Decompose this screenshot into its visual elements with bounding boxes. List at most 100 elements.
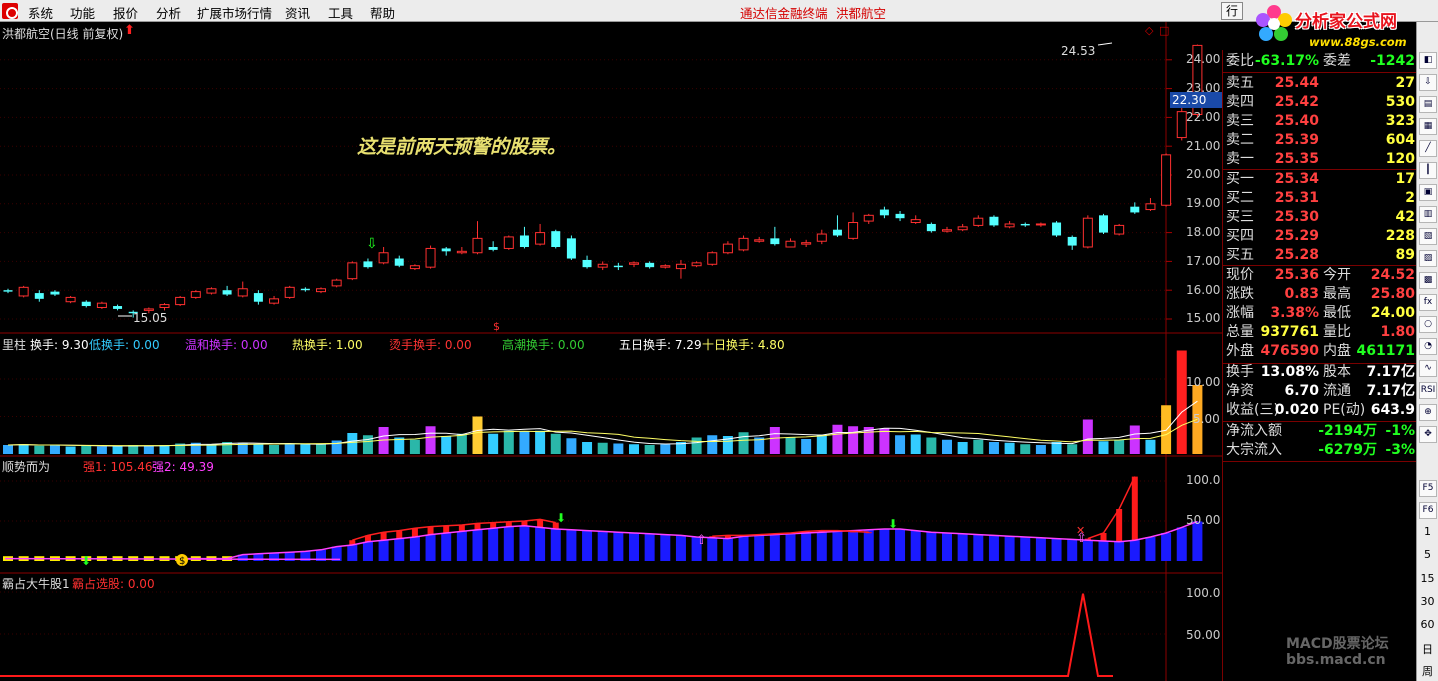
candle-body [1161, 154, 1172, 206]
period-5[interactable]: 5 [1417, 548, 1438, 561]
ind-blue-bar [910, 530, 921, 561]
period-1[interactable]: 1 [1417, 525, 1438, 538]
stock-title: 洪都航空 [836, 6, 887, 21]
menu-function[interactable]: 功能 [70, 3, 95, 22]
ind-blue-bar [488, 528, 499, 561]
candle-body [488, 247, 498, 250]
toolbar-btn-11[interactable]: ▩ [1419, 272, 1437, 289]
period-60[interactable]: 60 [1417, 618, 1438, 631]
period-15[interactable]: 15 [1417, 572, 1438, 585]
fx-icon[interactable]: fx [1419, 294, 1437, 311]
down-arrow-icon[interactable]: ⇩ [1419, 74, 1437, 91]
toolbar-btn-10[interactable]: ▨ [1419, 250, 1437, 267]
zoom-in-icon[interactable]: ⊕ [1419, 404, 1437, 421]
right-toolbar: ◧ ⇩ ▤ ▦ ╱ ┃ ▣ ▥ ▧ ▨ ▩ fx ○ ◔ ∿ RSI ⊕ ✥ F… [1416, 22, 1438, 681]
ind-blue-bar [1114, 541, 1125, 561]
volume-bar [284, 443, 295, 454]
volume-bar [1004, 442, 1015, 454]
ind-blue-bar [394, 538, 405, 561]
ind-blue-bar [1098, 541, 1109, 561]
ind-blue-bar [347, 545, 358, 561]
annotation-text: 这是前两天预警的股票。 [357, 136, 567, 158]
period-day[interactable]: 日 [1417, 641, 1438, 657]
toolbar-f5[interactable]: F5 [1419, 480, 1437, 497]
ind-blue-bar [1145, 537, 1156, 561]
ind-blue-bar [1020, 537, 1031, 561]
volume-bar [1067, 444, 1078, 454]
toolbar-btn-13[interactable]: ○ [1419, 316, 1437, 333]
ind-blue-bar [1192, 521, 1203, 561]
toolbar-btn-4[interactable]: ▦ [1419, 118, 1437, 135]
volume-bar [1082, 419, 1093, 454]
strength2-baseline [4, 557, 341, 561]
toolbar-btn-7[interactable]: ▣ [1419, 184, 1437, 201]
toolbar-btn-9[interactable]: ▧ [1419, 228, 1437, 245]
quote-tab-button[interactable]: 行 [1221, 2, 1243, 20]
toolbar-btn-8[interactable]: ▥ [1419, 206, 1437, 223]
candle-body [253, 293, 263, 302]
candle-body [18, 286, 29, 297]
toolbar-btn-14[interactable]: ◔ [1419, 338, 1437, 355]
ind-blue-bar [644, 533, 655, 561]
price-tick: 18.00 [1186, 225, 1221, 239]
indicator2-name: 霸占大牛股1 [2, 577, 70, 591]
menu-extended-market[interactable]: 扩展市场行情 [197, 3, 272, 22]
volume-bar [801, 439, 812, 454]
candle-body [409, 265, 420, 270]
volume-bar [143, 445, 154, 454]
volume-bar [1020, 444, 1031, 454]
candle-body [425, 247, 436, 268]
price-tick: 20.00 [1186, 167, 1221, 181]
strength2-label: 强2: 49.39 [152, 460, 214, 474]
toolbar-btn-3[interactable]: ▤ [1419, 96, 1437, 113]
candle-body [957, 226, 968, 231]
candle-body [629, 262, 639, 265]
volume-bar [707, 435, 718, 454]
menu-system[interactable]: 系统 [28, 3, 53, 22]
volume-ma5-line [7, 400, 1198, 447]
volume-bar [738, 432, 749, 454]
candle-body [222, 290, 232, 295]
menu-help[interactable]: 帮助 [370, 3, 395, 22]
ind-blue-bar [895, 529, 906, 561]
burning-turnover-label: 烫手换手: 0.00 [389, 338, 472, 352]
candle-body [926, 223, 936, 232]
toolbar-btn-1[interactable]: ◧ [1419, 52, 1437, 69]
signal-markers: ⇩$⬇ ⬇⬇⇧ ⇧✕$ [81, 236, 1087, 568]
ind-blue-bar [378, 540, 389, 561]
volume-bar [957, 442, 968, 454]
candle-body [551, 231, 561, 247]
volume-bar [926, 437, 937, 454]
period-30[interactable]: 30 [1417, 595, 1438, 608]
candle-body [895, 213, 905, 219]
candle-body [848, 222, 859, 239]
chart-icon[interactable]: ╱ [1419, 140, 1437, 157]
quote-panel: 委比 -63.17% 委差 -1242 卖五 25.44 27 卖四 25.42… [1222, 50, 1417, 681]
menu-analysis[interactable]: 分析 [156, 3, 181, 22]
candle-icon[interactable]: ┃ [1419, 162, 1437, 179]
volume-bar [65, 446, 76, 454]
candle-body [159, 304, 170, 308]
candle-body [770, 238, 780, 245]
menu-quote[interactable]: 报价 [113, 3, 138, 22]
period-week[interactable]: 周 [1417, 663, 1438, 679]
toolbar-f6[interactable]: F6 [1419, 502, 1437, 519]
bid-row: 买二 25.31 2 [1226, 190, 1415, 206]
ind-blue-bar [832, 531, 843, 561]
candle-body [582, 259, 592, 268]
menu-tools[interactable]: 工具 [328, 3, 353, 22]
line-icon[interactable]: ∿ [1419, 360, 1437, 377]
menu-info[interactable]: 资讯 [285, 3, 310, 22]
high-pointer [1097, 42, 1113, 46]
ind-blue-bar [472, 529, 483, 561]
move-icon[interactable]: ✥ [1419, 426, 1437, 443]
buy-signal-arrow: ⇩ [366, 236, 378, 252]
candle-body [175, 296, 186, 306]
chart-area[interactable]: ⇩ $ ⬇ ⬇ ⬇ ⇧ ⇧ ✕ $ 洪都航空(日线 前复权) ⬆ ◇ □ 这是前两天预警的股票。… [0, 22, 1222, 681]
ind-blue-bar [1004, 536, 1015, 561]
volume-bar [441, 436, 452, 454]
rsi-icon[interactable]: RSI [1419, 382, 1437, 399]
indicator2-line [0, 591, 1166, 677]
volume-bar [1035, 445, 1046, 454]
chart-canvas[interactable]: ⇩$⬇ ⬇⬇⇧ ⇧✕$ [0, 22, 1222, 681]
